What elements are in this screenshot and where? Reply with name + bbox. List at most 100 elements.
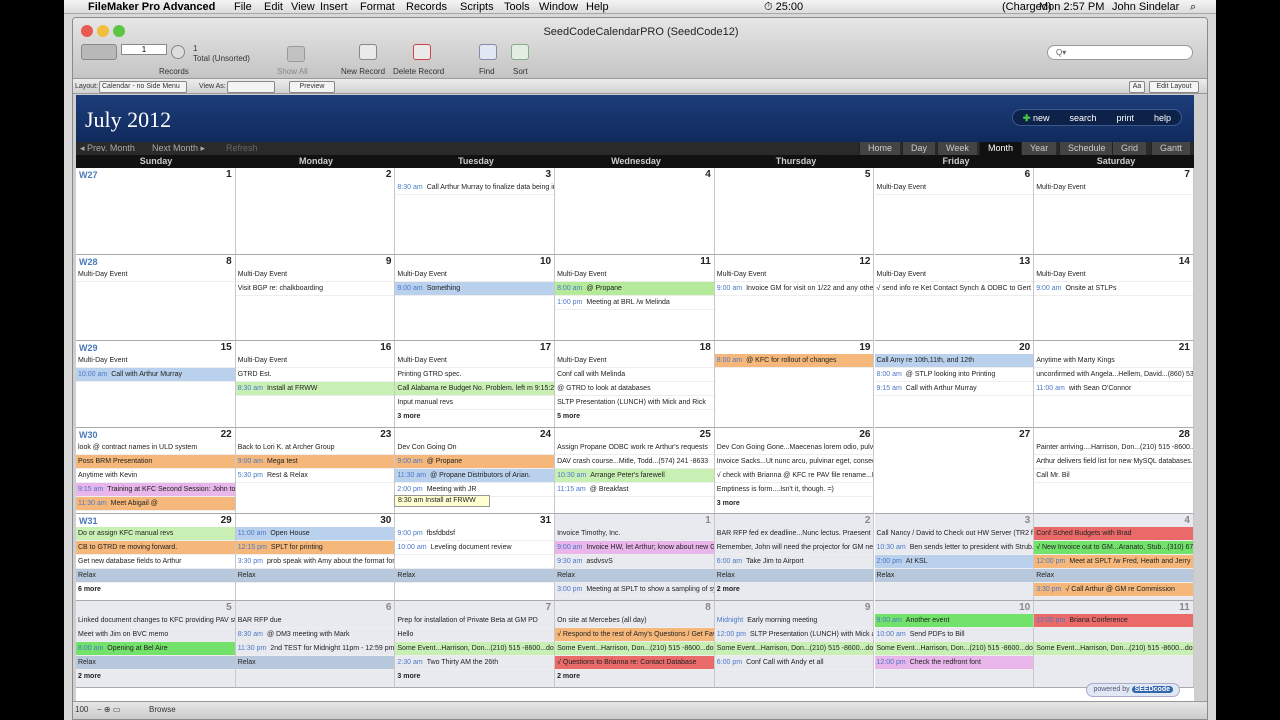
calendar-event[interactable]: Hello bbox=[395, 628, 555, 642]
more-events-link[interactable]: 3 more bbox=[715, 497, 874, 511]
calendar-event[interactable]: look @ contract names in ULD system bbox=[76, 441, 235, 455]
calendar-event[interactable]: Invoice Sacks...Ut nunc arcu, pulvinar e… bbox=[714, 455, 874, 469]
day-cell[interactable]: 26 Dev Con Going Gone...Maecenas lorem od… bbox=[714, 427, 875, 515]
day-cell[interactable]: 8 On site at Mercebes (all day) √ Respond … bbox=[555, 601, 715, 688]
calendar-event[interactable]: Multi-Day Event bbox=[76, 354, 235, 369]
day-number[interactable]: 3 bbox=[1025, 515, 1031, 526]
calendar-event[interactable]: 6:00 pm Conf Call with Andy et all bbox=[714, 656, 874, 670]
calendar-event[interactable]: 12:00 pm SLTP Presentation (LUNCH) with M… bbox=[714, 628, 874, 642]
calendar-event[interactable]: 9:00 am Mega test bbox=[235, 454, 395, 469]
delete-record-icon[interactable] bbox=[413, 44, 431, 60]
tab-gantt[interactable]: Gantt bbox=[1151, 142, 1191, 155]
formatting-bar-button[interactable]: Aa bbox=[1129, 81, 1145, 93]
more-events-link[interactable]: 5 more bbox=[555, 410, 714, 424]
calendar-event[interactable]: Multi-Day Event bbox=[235, 354, 395, 369]
day-cell[interactable]: 5 bbox=[714, 168, 875, 255]
calendar-event[interactable]: 9:00 am Something bbox=[395, 281, 555, 296]
calendar-event[interactable]: Some Event...Harrison, Don...(210) 515 -… bbox=[395, 642, 555, 656]
calendar-event[interactable]: 11:15 am @ Breakfast bbox=[555, 483, 714, 497]
calendar-event[interactable]: Some Event...Harrison, Don...(210) 515 -… bbox=[1034, 642, 1193, 656]
calendar-event[interactable]: 1:00 pm Meeting at BRL /w Melinda bbox=[555, 296, 714, 310]
calendar-event[interactable]: 8:30 am Install at FRWW bbox=[235, 382, 395, 397]
day-number[interactable]: 6 bbox=[386, 602, 392, 613]
calendar-event[interactable]: √ check with Brianna @ KFC re PAV file r… bbox=[714, 469, 874, 483]
print-button[interactable]: print bbox=[1106, 110, 1144, 126]
calendar-event[interactable]: Conf Sched Budgets with Brad bbox=[1034, 527, 1193, 542]
calendar-event[interactable]: Call Alabama re Budget No. Problem. left… bbox=[395, 382, 555, 397]
show-all-icon[interactable] bbox=[287, 46, 305, 62]
day-number[interactable]: 8 bbox=[705, 602, 711, 613]
day-number[interactable]: 17 bbox=[540, 342, 551, 353]
calendar-event[interactable]: Multi-Day Event bbox=[555, 268, 714, 282]
day-number[interactable]: 18 bbox=[700, 342, 711, 353]
more-events-link[interactable]: 6 more bbox=[76, 583, 235, 597]
calendar-event[interactable]: Painter arriving....Harrison, Don...(210… bbox=[1034, 441, 1193, 455]
calendar-event[interactable]: Multi-Day Event bbox=[1034, 268, 1193, 282]
day-number[interactable]: 1 bbox=[226, 169, 232, 180]
day-cell[interactable]: 17 Multi-Day Event Printing GTRD spec. Call… bbox=[395, 341, 556, 428]
more-events-link[interactable]: 2 more bbox=[555, 670, 714, 684]
powered-by-badge[interactable]: powered by SEEDcode bbox=[1086, 683, 1180, 697]
view-as-toggle[interactable] bbox=[227, 81, 275, 93]
sort-button[interactable]: Sort bbox=[513, 67, 528, 76]
help-button[interactable]: help bbox=[1144, 110, 1181, 126]
edit-layout-button[interactable]: Edit Layout bbox=[1149, 81, 1199, 93]
calendar-event[interactable]: Call Amy re 10th,11th, and 12th bbox=[874, 354, 1034, 369]
day-number[interactable]: 19 bbox=[859, 342, 870, 353]
calendar-event[interactable]: 5:30 pm Rest & Relax bbox=[235, 469, 395, 483]
calendar-event[interactable]: 10:00 am Call with Arthur Murray bbox=[76, 368, 235, 383]
calendar-event[interactable]: Back to Lori K. at Archer Group bbox=[235, 441, 395, 455]
day-cell[interactable]: 5 Linked document changes to KFC providin… bbox=[76, 601, 236, 688]
day-number[interactable]: 9 bbox=[386, 256, 392, 267]
calendar-event[interactable]: 9:00 am Another event bbox=[874, 614, 1034, 628]
calendar-event[interactable] bbox=[1034, 628, 1193, 642]
search-button[interactable]: search bbox=[1059, 110, 1106, 126]
tab-home[interactable]: Home bbox=[859, 142, 901, 155]
day-cell[interactable]: 4 bbox=[555, 168, 715, 255]
next-month-link[interactable]: Next Month ▸ bbox=[152, 143, 205, 154]
day-number[interactable]: 3 bbox=[546, 169, 552, 180]
calendar-event[interactable]: Relax bbox=[874, 569, 1034, 584]
day-number[interactable]: 31 bbox=[540, 515, 551, 526]
day-number[interactable]: 1 bbox=[705, 515, 711, 526]
calendar-event[interactable]: 9:00 am Onsite at STLPs bbox=[1034, 282, 1193, 296]
calendar-event[interactable]: Relax bbox=[714, 569, 874, 584]
mode-indicator[interactable]: Browse bbox=[149, 705, 176, 714]
day-number[interactable]: 4 bbox=[705, 169, 711, 180]
calendar-event[interactable]: 9:00 pm fbsfdbdsf bbox=[395, 527, 555, 542]
calendar-event[interactable]: Dev Con Going Gone...Maecenas lorem odio… bbox=[714, 441, 874, 455]
preview-button[interactable]: Preview bbox=[289, 81, 335, 93]
day-number[interactable]: 29 bbox=[221, 515, 232, 526]
day-number[interactable]: 24 bbox=[540, 429, 551, 440]
calendar-event[interactable]: Multi-Day Event bbox=[235, 268, 395, 282]
calendar-event[interactable]: CB to GTRD re moving forward. bbox=[76, 541, 235, 556]
day-cell[interactable]: 3 Call Nancy / David to Check out HW Serv… bbox=[874, 514, 1035, 601]
calendar-event[interactable]: √ Questions to Brianna re: Contact Datab… bbox=[555, 656, 714, 670]
more-events-link[interactable]: 3 more bbox=[395, 410, 554, 424]
calendar-event[interactable]: Call Nancy / David to Check out HW Serve… bbox=[874, 527, 1034, 542]
day-cell[interactable]: 25 Assign Propane ODBC work re Arthur's r… bbox=[555, 427, 715, 515]
day-cell[interactable]: 10 Multi-Day Event 9:00 am Something bbox=[395, 254, 556, 342]
day-cell[interactable]: 3 8:30 am Call Arthur Murray to finalize d… bbox=[395, 168, 556, 255]
day-cell[interactable]: 14 Multi-Day Event 9:00 am Onsite at STLPs bbox=[1034, 254, 1194, 342]
day-cell[interactable]: W28 8 Multi-Day Event bbox=[76, 254, 236, 342]
day-number[interactable]: 11 bbox=[700, 256, 711, 267]
calendar-event[interactable]: Multi-Day Event bbox=[714, 268, 874, 282]
calendar-event[interactable]: 10:00 am Send PDFs to Bill bbox=[874, 628, 1034, 642]
day-cell[interactable]: 6 Multi-Day Event bbox=[874, 168, 1035, 255]
tab-day[interactable]: Day bbox=[902, 142, 936, 155]
record-number-field[interactable]: 1 bbox=[121, 44, 167, 55]
tab-month[interactable]: Month bbox=[979, 142, 1022, 155]
calendar-event[interactable]: 8:00 am Opening at Bel Aire bbox=[76, 642, 235, 656]
day-cell[interactable]: 7 Prep for installation of Private Beta a… bbox=[395, 601, 556, 688]
more-events-link[interactable]: 2 more bbox=[715, 583, 874, 597]
week-number[interactable]: W27 bbox=[79, 170, 98, 180]
search-input[interactable]: Q▾ bbox=[1047, 45, 1193, 60]
calendar-event[interactable]: Arthur delivers field list for new MySQL… bbox=[1034, 455, 1193, 469]
day-cell[interactable]: 16 Multi-Day Event GTRD Est. 8:30 am Install… bbox=[235, 341, 396, 428]
tab-week[interactable]: Week bbox=[937, 142, 977, 155]
calendar-event[interactable]: Relax bbox=[235, 656, 395, 670]
day-number[interactable]: 8 bbox=[226, 256, 232, 267]
calendar-event[interactable]: 9:00 am @ Propane bbox=[395, 454, 555, 469]
calendar-event[interactable]: Printing GTRD spec. bbox=[395, 368, 555, 383]
